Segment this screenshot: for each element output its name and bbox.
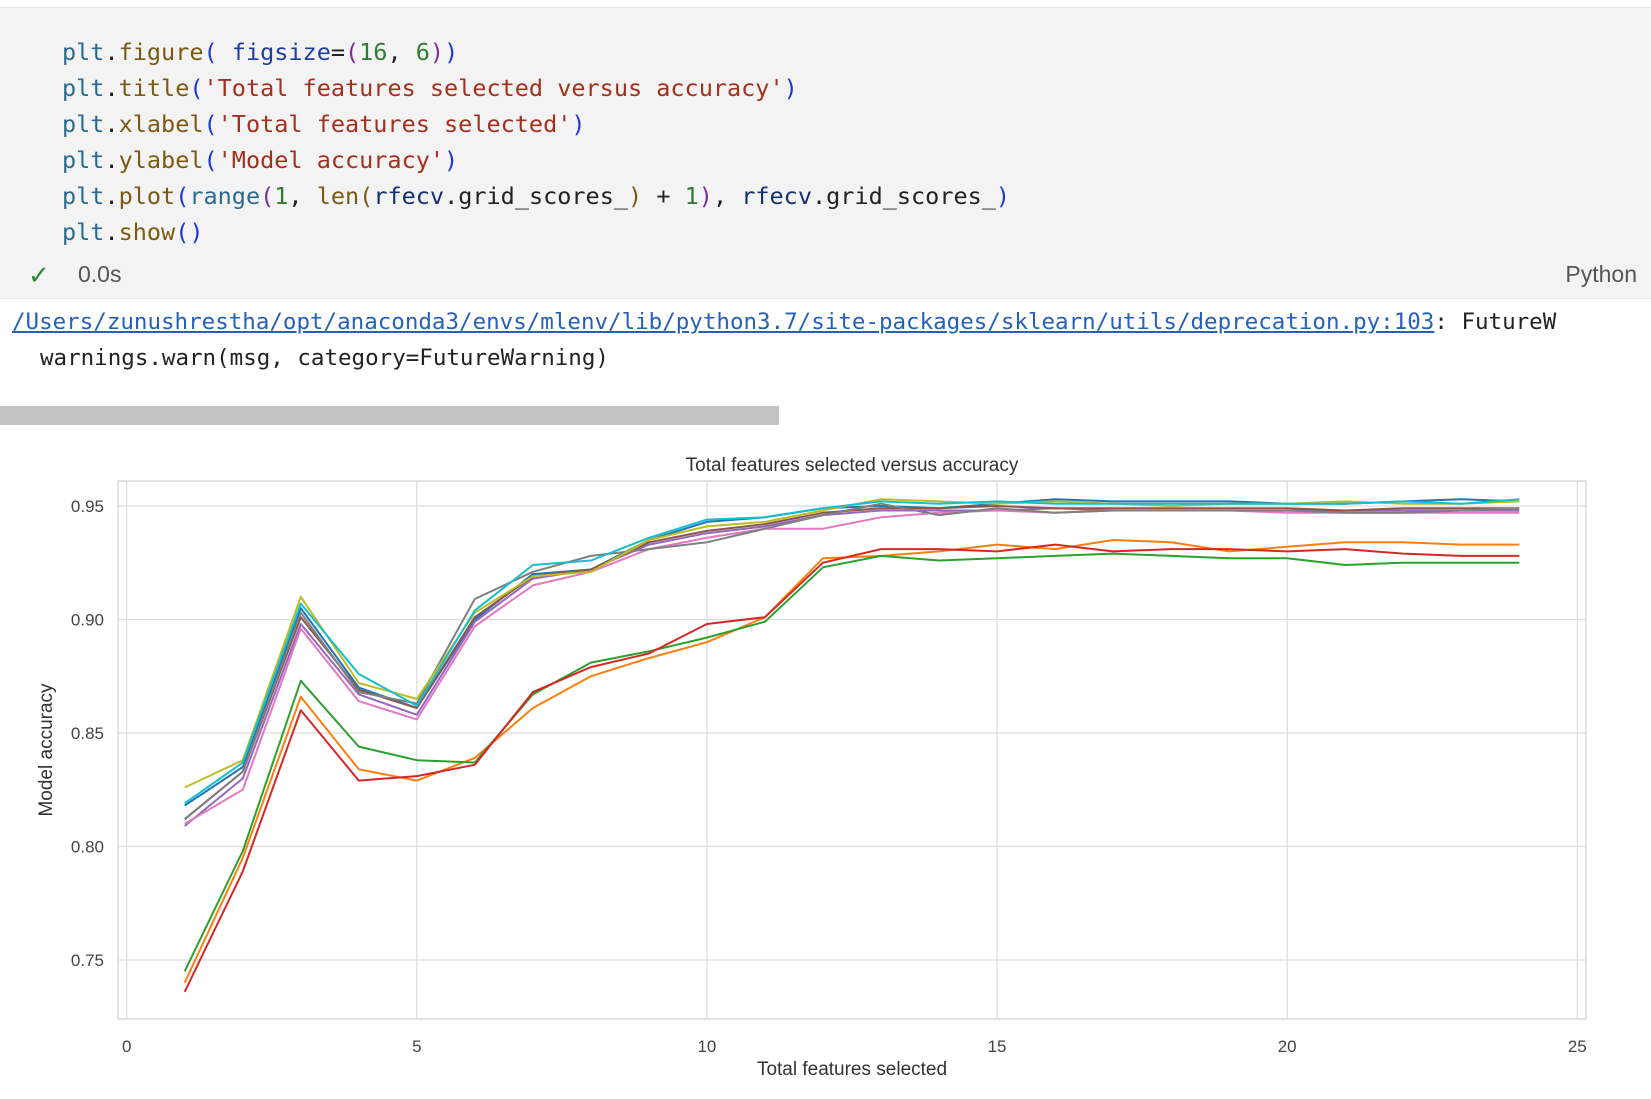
code-token: = bbox=[330, 38, 345, 66]
code-token: show bbox=[118, 218, 176, 246]
x-tick-label: 20 bbox=[1278, 1037, 1297, 1056]
code-token: . bbox=[104, 38, 119, 66]
code-token: ) bbox=[628, 182, 643, 210]
x-tick-label: 25 bbox=[1568, 1037, 1587, 1056]
code-token: 'Total features selected' bbox=[217, 110, 572, 138]
code-token: plot bbox=[118, 182, 176, 210]
code-line: plt.xlabel('Total features selected') bbox=[62, 106, 1010, 142]
code-token: 1 bbox=[684, 182, 699, 210]
code-token: , bbox=[712, 182, 742, 210]
chart-title: Total features selected versus accuracy bbox=[686, 455, 1019, 476]
x-tick-label: 10 bbox=[697, 1037, 716, 1056]
cell-status-bar: ✓ 0.0s Python bbox=[0, 255, 1651, 291]
code-token: . bbox=[104, 110, 119, 138]
x-tick-label: 0 bbox=[122, 1037, 131, 1056]
code-token: , bbox=[288, 182, 317, 210]
code-token: ( bbox=[345, 38, 360, 66]
code-line: plt.figure( figsize=(16, 6)) bbox=[62, 34, 1010, 70]
check-icon: ✓ bbox=[28, 260, 50, 290]
code-token: ( bbox=[203, 110, 218, 138]
code-token: ) bbox=[429, 38, 445, 66]
x-tick-label: 5 bbox=[412, 1037, 421, 1056]
code-token: ( bbox=[189, 74, 204, 102]
language-label[interactable]: Python bbox=[1565, 261, 1637, 288]
y-tick-label: 0.75 bbox=[71, 951, 104, 970]
code-token: ( bbox=[175, 182, 190, 210]
code-token: 6 bbox=[415, 38, 430, 66]
code-token: , bbox=[387, 38, 416, 66]
code-token: ) bbox=[995, 182, 1011, 210]
code-line: plt.show() bbox=[62, 214, 1010, 250]
code-token: ( bbox=[203, 146, 218, 174]
warning-file-link[interactable]: /Users/zunushrestha/opt/anaconda3/envs/m… bbox=[12, 309, 1434, 335]
code-token: 'Model accuracy' bbox=[217, 146, 445, 174]
y-tick-label: 0.95 bbox=[71, 497, 104, 516]
y-tick-label: 0.90 bbox=[71, 610, 104, 629]
code-token: ( bbox=[260, 182, 275, 210]
code-token: . bbox=[104, 182, 119, 210]
code-token: range bbox=[189, 182, 261, 210]
code-token: len bbox=[316, 182, 360, 210]
code-token: ) bbox=[698, 182, 713, 210]
code-token: ) bbox=[783, 74, 798, 102]
code-token: ( bbox=[359, 182, 374, 210]
code-line: plt.plot(range(1, len(rfecv.grid_scores_… bbox=[62, 178, 1010, 214]
code-token: figure bbox=[118, 38, 204, 66]
code-token: ( bbox=[203, 38, 218, 66]
warning-text: : FutureW bbox=[1434, 309, 1557, 335]
code-token: 1 bbox=[274, 182, 289, 210]
code-token: . bbox=[104, 146, 119, 174]
code-token: 16 bbox=[359, 38, 388, 66]
code-token: 'Total features selected versus accuracy… bbox=[203, 74, 784, 102]
code-token: plt bbox=[62, 182, 105, 210]
execution-time: 0.0s bbox=[78, 261, 122, 287]
x-tick-label: 15 bbox=[988, 1037, 1007, 1056]
code-token: plt bbox=[62, 110, 105, 138]
horizontal-scrollbar[interactable] bbox=[0, 406, 779, 425]
x-axis-label: Total features selected bbox=[757, 1059, 947, 1080]
y-tick-label: 0.85 bbox=[71, 724, 104, 743]
y-tick-label: 0.80 bbox=[71, 837, 104, 856]
code-token: ) bbox=[444, 146, 459, 174]
code-token: rfecv bbox=[373, 182, 445, 210]
code-token: . bbox=[104, 218, 119, 246]
code-token: ) bbox=[444, 38, 459, 66]
code-token: + bbox=[642, 182, 685, 210]
code-token: xlabel bbox=[118, 110, 204, 138]
code-token: plt bbox=[62, 74, 105, 102]
code-token: plt bbox=[62, 146, 105, 174]
code-editor[interactable]: plt.figure( figsize=(16, 6)) plt.title('T… bbox=[62, 34, 1010, 250]
code-token: .grid_scores_ bbox=[444, 182, 629, 210]
code-token: plt bbox=[62, 38, 105, 66]
y-axis-label: Model accuracy bbox=[36, 683, 57, 817]
code-token: rfecv bbox=[741, 182, 812, 210]
code-token: .grid_scores_ bbox=[811, 182, 996, 210]
code-token: ylabel bbox=[118, 146, 204, 174]
code-token: title bbox=[118, 74, 190, 102]
warning-line: warnings.warn(msg, category=FutureWarnin… bbox=[40, 345, 609, 371]
code-line: plt.title('Total features selected versu… bbox=[62, 70, 1010, 106]
code-line: plt.ylabel('Model accuracy') bbox=[62, 142, 1010, 178]
cell-output: /Users/zunushrestha/opt/anaconda3/envs/m… bbox=[0, 306, 1651, 376]
accuracy-line-chart: 0 5 10 15 20 25 0.75 0.80 0.85 0.90 0.95 Total fea… bbox=[36, 455, 1587, 1080]
code-token: plt bbox=[62, 218, 105, 246]
code-token: () bbox=[175, 218, 204, 246]
code-token: . bbox=[104, 74, 119, 102]
code-token: figsize bbox=[217, 38, 331, 66]
code-token: ) bbox=[571, 110, 586, 138]
